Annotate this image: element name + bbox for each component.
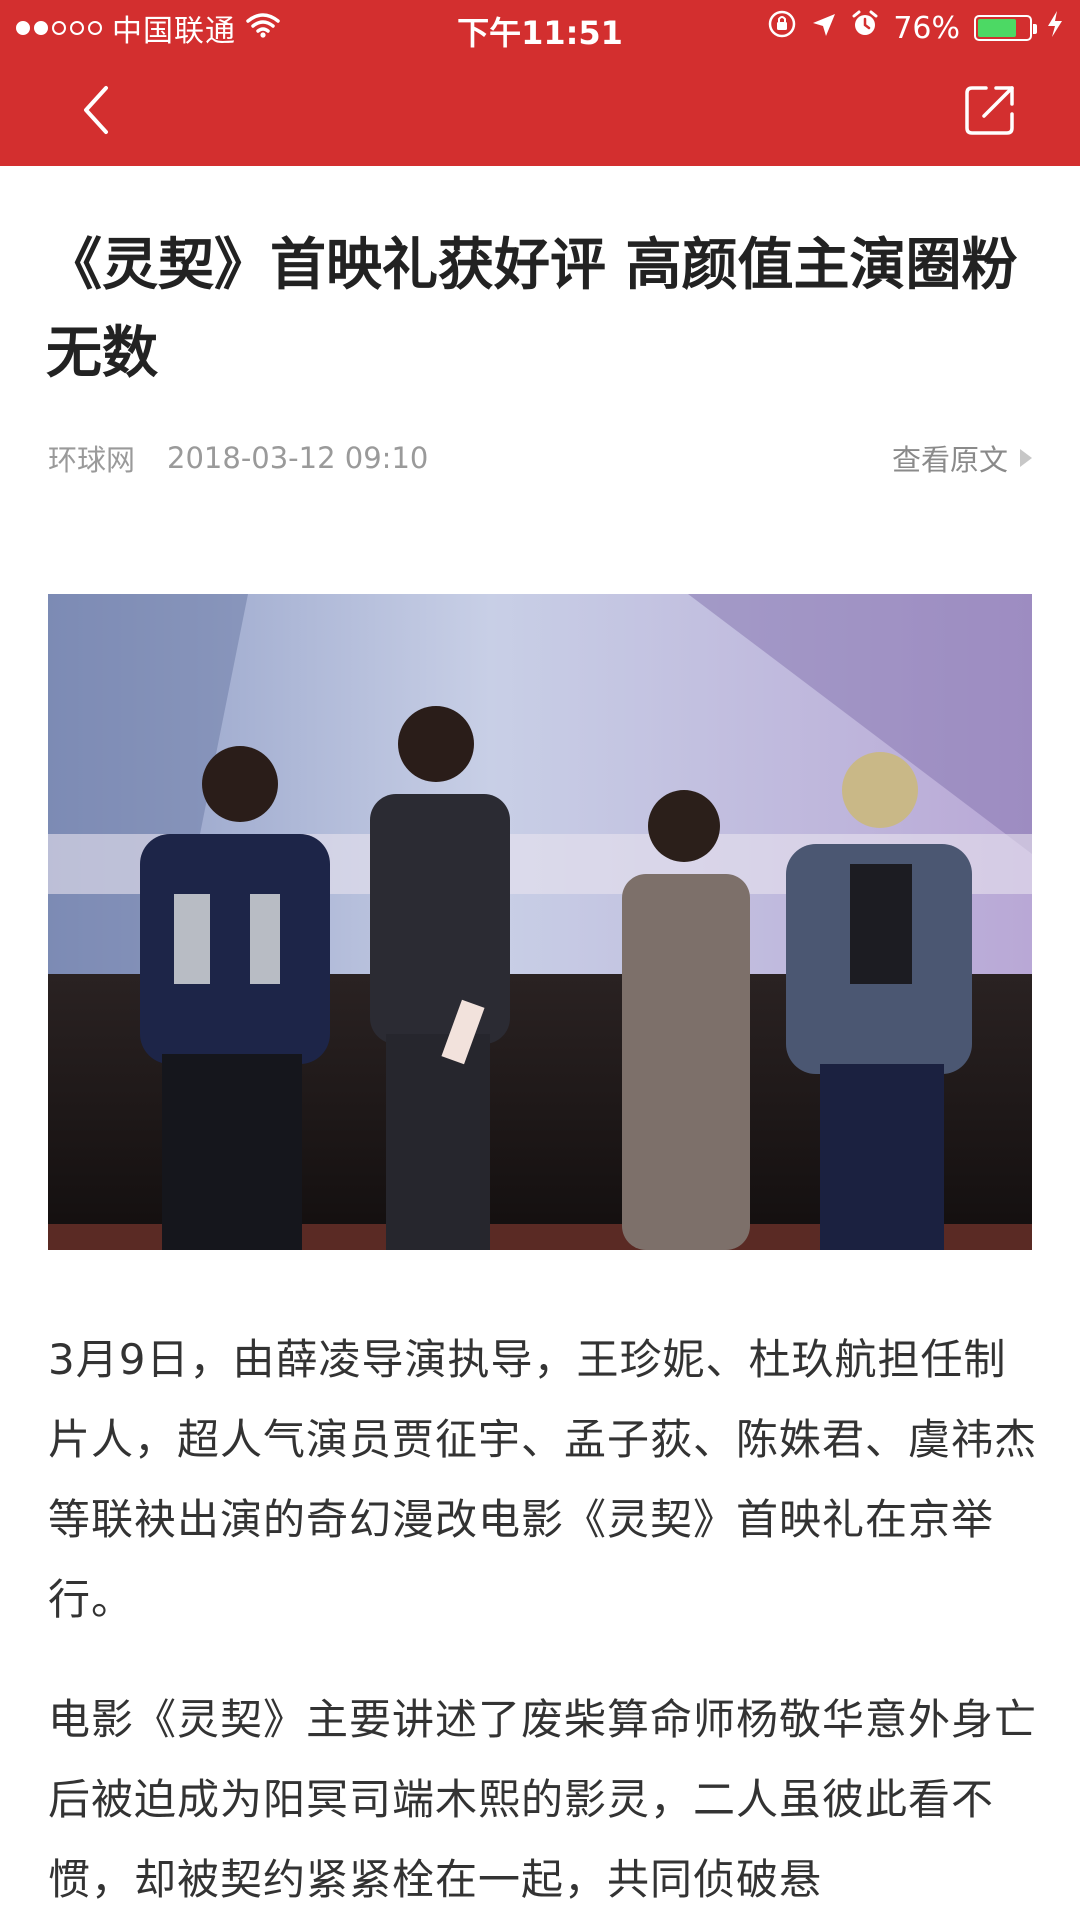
article-source: 环球网 [48,443,136,477]
nav-bar [0,54,1080,166]
triangle-right-icon [1020,449,1032,467]
article-photo [48,594,1032,1250]
chevron-left-icon [84,86,108,134]
battery-percent: 76% [893,10,960,46]
orientation-lock-icon [767,9,797,47]
share-button[interactable] [958,78,1022,142]
view-original-link[interactable]: 查看原文 [892,438,1032,478]
header-bar: 中国联通 下午11:51 76% [0,0,1080,166]
share-external-icon [965,86,1014,135]
location-arrow-icon [811,11,837,46]
charging-bolt-icon [1046,10,1064,46]
article-meta: 环球网 2018-03-12 09:10 查看原文 [48,438,1032,478]
article-datetime: 2018-03-12 09:10 [167,441,429,475]
status-bar: 中国联通 下午11:51 76% [0,0,1080,54]
back-button[interactable] [66,78,130,142]
battery-level [978,19,1016,37]
article-paragraph-2: 电影《灵契》主要讲述了废柴算命师杨敬华意外身亡后被迫成为阳冥司端木熙的影灵，二人… [48,1695,1038,1904]
battery-icon [974,15,1037,41]
article-paragraph-1: 3月9日，由薛凌导演执导，王珍妮、杜玖航担任制片人，超人气演员贾征宇、孟子荻、陈… [48,1335,1038,1624]
alarm-icon [851,10,879,46]
status-right: 76% [767,8,1064,48]
article-title: 《灵契》首映礼获好评 高颜值主演圈粉无数 [46,233,1018,386]
view-original-label: 查看原文 [891,443,1008,477]
